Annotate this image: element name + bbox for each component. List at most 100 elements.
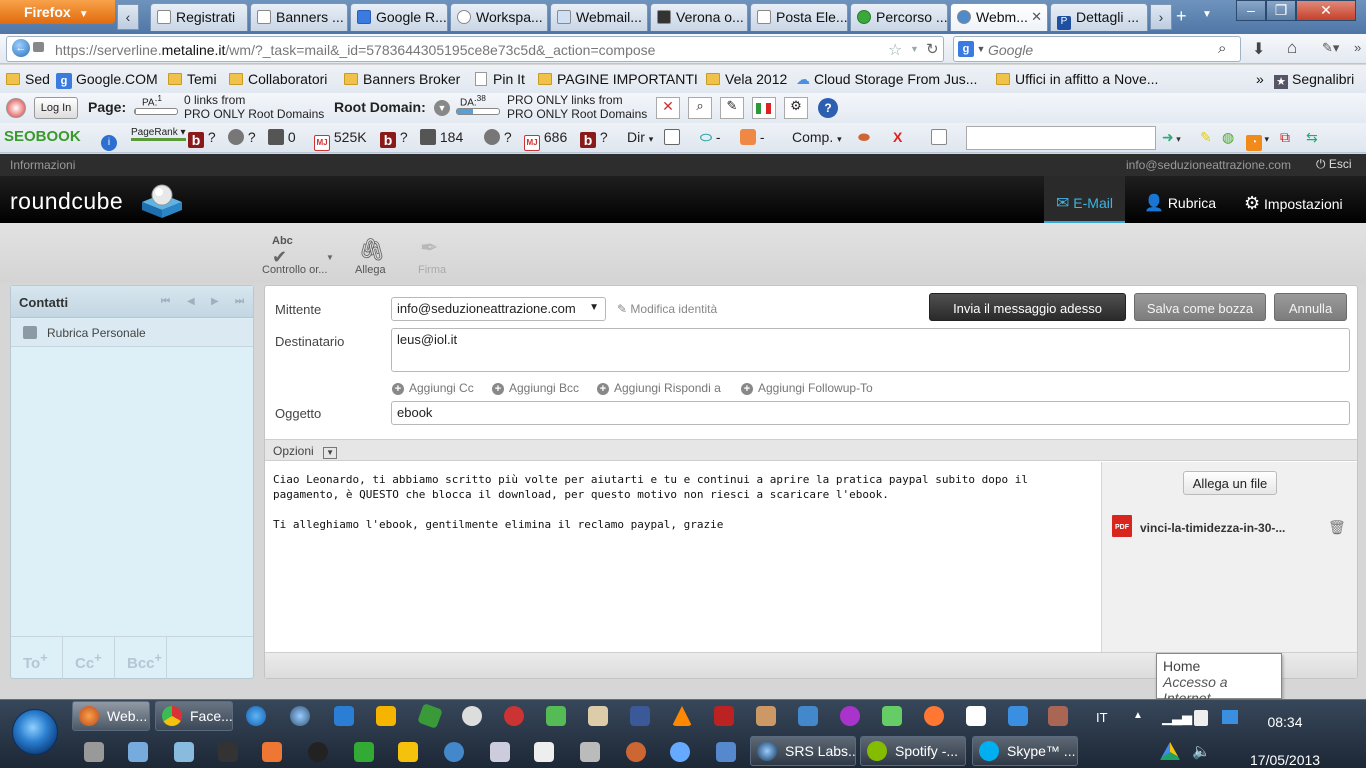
send-button[interactable]: Invia il messaggio adesso <box>929 293 1126 321</box>
add-bcc-button[interactable]: Bcc+ <box>115 637 167 679</box>
attachment-name[interactable]: vinci-la-timidezza-in-30-... <box>1140 521 1285 535</box>
tab-percorso[interactable]: Percorso ... <box>850 3 948 31</box>
trash-icon[interactable]: 🗑 <box>1328 519 1346 536</box>
moz-logo-icon[interactable] <box>6 98 26 118</box>
globe-icon[interactable] <box>290 706 310 726</box>
google-search-engine-icon[interactable]: g ▼ <box>958 41 985 57</box>
app-icon[interactable] <box>262 742 282 762</box>
app-icon[interactable] <box>174 742 194 762</box>
highlighter-icon[interactable]: ✎ <box>1200 129 1212 146</box>
last-page-icon[interactable]: ⏭ <box>235 296 244 307</box>
search-icon[interactable]: ⌕ <box>1218 40 1226 57</box>
bookmark-pin-it[interactable]: Pin It <box>475 71 525 87</box>
bookmark-vela-2012[interactable]: Vela 2012 <box>706 71 787 87</box>
dir-dropdown[interactable]: Dir ▾ <box>627 129 653 145</box>
spain-flag-icon[interactable] <box>398 742 418 762</box>
app-icon[interactable] <box>588 706 608 726</box>
bookmark-sed[interactable]: Sed <box>6 71 50 87</box>
app-icon[interactable] <box>84 742 104 762</box>
add-to-button[interactable]: To+ <box>11 637 63 679</box>
tab-registrati[interactable]: Registrati <box>150 3 248 31</box>
taskbar-app-spotify[interactable]: Spotify -... <box>860 736 966 766</box>
firefox-menu-button[interactable]: Firefox ▼ <box>0 0 115 24</box>
close-icon[interactable]: ✕ <box>1031 9 1042 25</box>
notes-icon[interactable] <box>931 129 947 145</box>
bookmark-google[interactable]: g Google.COM <box>56 71 158 89</box>
app-icon[interactable] <box>417 703 443 729</box>
bookmark-pagine-importanti[interactable]: PAGINE IMPORTANTI <box>538 71 698 87</box>
taskbar-app-skype[interactable]: Skype™ ... <box>972 736 1078 766</box>
info-icon[interactable]: i <box>101 129 117 151</box>
reload-icon[interactable]: ↻ <box>926 40 939 58</box>
language-indicator[interactable]: IT <box>1096 710 1108 725</box>
settings-icon[interactable]: ⚙ <box>784 97 808 119</box>
metric-6[interactable]: 184 <box>420 129 463 145</box>
recipient-input[interactable]: leus@iol.it <box>391 328 1350 372</box>
new-tab-icon[interactable]: + <box>1176 6 1187 27</box>
tab-workspace[interactable]: Workspa... <box>450 3 548 31</box>
planet-icon[interactable]: ◍ <box>1222 129 1234 146</box>
signal-icon[interactable]: ▁▃▅ <box>1162 710 1192 726</box>
tab-webmail[interactable]: Webmail... <box>550 3 648 31</box>
chevron-right-icon[interactable]: » <box>1256 71 1264 87</box>
app-icon[interactable] <box>444 742 464 762</box>
back-button[interactable]: ← <box>12 39 30 57</box>
xenu-icon[interactable]: X <box>893 129 902 145</box>
mail-icon[interactable] <box>376 706 396 726</box>
app-icon[interactable] <box>670 742 690 762</box>
app-icon[interactable] <box>534 742 554 762</box>
next-page-icon[interactable]: ▶ <box>211 296 219 307</box>
seo-search-input[interactable] <box>966 126 1156 150</box>
app-icon[interactable] <box>966 706 986 726</box>
ufo-icon[interactable]: ⬬ <box>858 129 870 146</box>
dropbox-icon[interactable] <box>1008 706 1028 726</box>
bookmark-collaboratori[interactable]: Collaboratori <box>229 71 327 87</box>
cancel-button[interactable]: Annulla <box>1274 293 1347 321</box>
tab-scroll-right-button[interactable]: › <box>1150 4 1172 30</box>
paperclip-icon[interactable]: 🖇 <box>358 237 386 263</box>
edit-identity-link[interactable]: ✎ Modifica identità <box>617 302 717 316</box>
tab-scroll-left-button[interactable]: ‹ <box>117 4 139 30</box>
add-reply-to-link[interactable]: + Aggiungi Rispondi a <box>597 381 721 395</box>
taskbar-app-srs[interactable]: SRS Labs... <box>750 736 856 766</box>
tab-google[interactable]: Google R... <box>350 3 448 31</box>
app-icon[interactable] <box>354 742 374 762</box>
info-link[interactable]: Informazioni <box>10 158 75 172</box>
minimize-icon[interactable]: – <box>1236 0 1266 21</box>
message-body[interactable]: Ciao Leonardo, ti abbiamo scritto più vo… <box>265 462 1101 652</box>
app-icon[interactable] <box>716 742 736 762</box>
app-icon[interactable] <box>756 706 776 726</box>
overflow-icon[interactable]: » <box>1354 40 1361 55</box>
bookmarks-menu[interactable]: ★ Segnalibri <box>1274 71 1354 89</box>
tab-posta[interactable]: Posta Ele... <box>750 3 848 31</box>
app-icon[interactable] <box>882 706 902 726</box>
sender-select[interactable]: info@seduzioneattrazione.com ▼ <box>391 297 606 321</box>
url-bar[interactable]: https://serverline.metaline.it/wm/?_task… <box>6 36 944 62</box>
app-icon[interactable] <box>462 706 482 726</box>
app-icon[interactable] <box>626 742 646 762</box>
addon-red-icon[interactable]: ⧉ <box>1280 129 1290 146</box>
app-icon[interactable] <box>580 742 600 762</box>
addon-icon[interactable]: ✎▾ <box>1322 40 1339 56</box>
rss-icon[interactable]: ◔ ▾ <box>1246 129 1269 151</box>
metric-1[interactable]: b ? <box>188 129 216 148</box>
go-icon[interactable]: ➜ ▾ <box>1162 129 1181 146</box>
vlc-icon[interactable] <box>672 706 692 726</box>
nav-email[interactable]: ✉ E-Mail <box>1044 176 1125 223</box>
nav-rubrica[interactable]: 👤 Rubrica <box>1132 176 1228 223</box>
history-dropdown-icon[interactable]: ▼ <box>910 44 919 54</box>
magnifier-icon[interactable]: ⌕ <box>688 97 712 119</box>
app-icon[interactable] <box>490 742 510 762</box>
tray-expand-icon[interactable]: ▲ <box>1133 710 1143 721</box>
prev-page-icon[interactable]: ◀ <box>187 296 195 307</box>
metric-dash-2[interactable]: - <box>740 129 765 145</box>
subject-input[interactable]: ebook <box>391 401 1350 425</box>
addon-green-icon[interactable]: ⇆ <box>1306 129 1318 146</box>
app-icon[interactable] <box>218 742 238 762</box>
address-book-item[interactable]: Rubrica Personale <box>11 319 253 347</box>
login-button[interactable]: Log In <box>34 97 78 119</box>
add-cc-link[interactable]: + Aggiungi Cc <box>392 381 474 395</box>
metric-8[interactable]: MJ 686 <box>524 129 567 151</box>
logout-button[interactable]: ⏻ Esci <box>1316 157 1352 172</box>
help-icon[interactable]: ? <box>818 98 838 118</box>
